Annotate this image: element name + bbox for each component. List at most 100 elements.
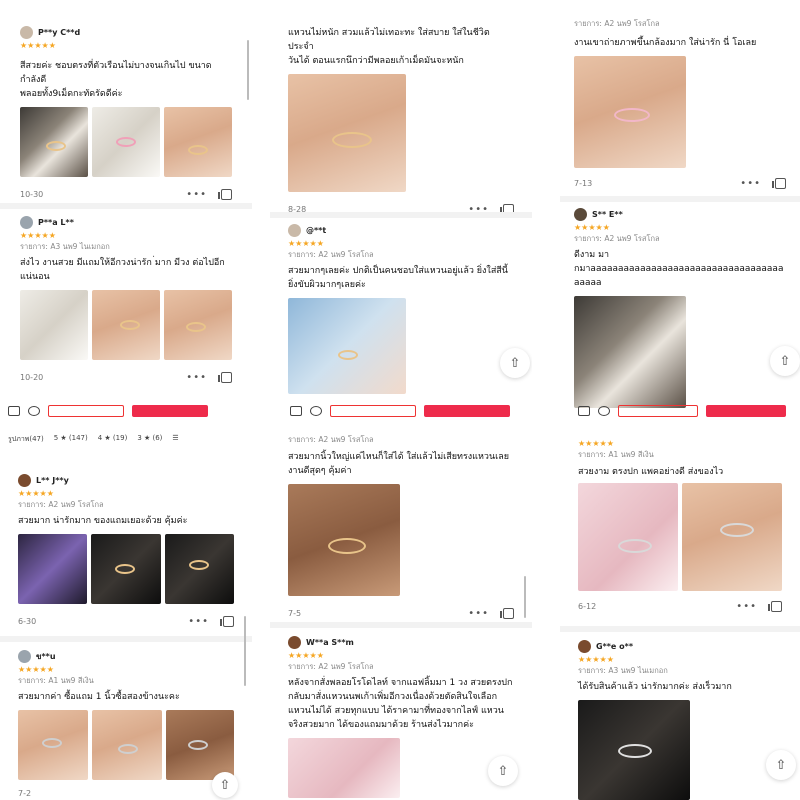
buy-now-button[interactable] (132, 405, 208, 417)
more-options-icon[interactable]: ••• (188, 616, 209, 627)
more-options-icon[interactable]: ••• (186, 189, 207, 200)
review-photo[interactable] (20, 107, 88, 177)
divider (560, 196, 800, 202)
more-options-icon[interactable]: ••• (186, 372, 207, 383)
avatar[interactable] (20, 25, 33, 39)
more-options-icon[interactable]: ••• (468, 608, 489, 619)
avatar[interactable] (18, 473, 31, 487)
avatar[interactable] (574, 207, 587, 221)
review-photo[interactable] (165, 534, 234, 604)
scroll-to-top-button[interactable]: ⇧ (488, 756, 518, 786)
chat-icon[interactable] (28, 406, 40, 416)
review-photo[interactable] (578, 700, 690, 800)
review-photo[interactable] (682, 483, 782, 591)
buy-now-button[interactable] (424, 405, 510, 417)
review-text: หลังจากสั่งพลอยโรโดไลท์ จากแอฟลิ้มมา 1 ว… (288, 678, 513, 730)
review-panel-4: รูปภาพ(47) 5 ★ (147) 4 ★ (19) 3 ★ (6) ☰ … (0, 426, 252, 800)
review-text: แหวนไม่หนัก สวมแล้วไม่เทอะทะ ใส่สบาย ใส่… (288, 28, 490, 66)
filter-chip-4-star[interactable]: 4 ★ (19) (98, 434, 128, 448)
sort-icon[interactable]: ☰ (172, 434, 178, 448)
scroll-to-top-button[interactable]: ⇧ (766, 750, 796, 780)
review-photo[interactable] (91, 710, 162, 780)
scroll-to-top-button[interactable]: ⇧ (500, 348, 530, 378)
review-photo[interactable] (288, 74, 406, 192)
buy-now-button[interactable] (706, 405, 786, 417)
divider (0, 203, 252, 209)
reviewer-name: L** J**y (36, 475, 69, 485)
review-date: 10-20 (20, 372, 44, 382)
store-icon[interactable] (578, 406, 590, 416)
scrollbar[interactable] (244, 616, 246, 686)
review-date: 6-30 (18, 616, 37, 626)
variant-label: รายการ: A2 นพ9 โรสโกล (288, 662, 374, 671)
star-rating: ★★★★★ (578, 439, 614, 448)
reviewer-name: P**a L** (38, 217, 74, 227)
review-photo[interactable] (578, 483, 678, 591)
review-photo[interactable] (574, 296, 686, 408)
like-icon[interactable] (218, 371, 232, 383)
review-date: 6-12 (578, 601, 597, 611)
review-photo[interactable] (18, 534, 87, 604)
filter-chip-5-star[interactable]: 5 ★ (147) (54, 434, 88, 448)
review-screenshot-grid: P**y C**d ★★★★★ สีสวยค่ะ ชอบตรงที่ตัวเรื… (0, 0, 800, 800)
add-to-cart-button[interactable] (330, 405, 416, 417)
filter-chip-photos[interactable]: รูปภาพ(47) (8, 434, 44, 448)
review-panel-2: แหวนไม่หนัก สวมแล้วไม่เทอะทะ ใส่สบาย ใส่… (270, 0, 532, 418)
review-text: สวยมากค่า ซื้อแถม 1 นิ้วซื้อสองข้างนะคะ (18, 692, 180, 702)
review-photo[interactable] (288, 484, 400, 596)
divider (270, 622, 532, 628)
like-icon[interactable] (220, 615, 234, 627)
scroll-to-top-button[interactable]: ⇧ (212, 772, 238, 798)
star-rating: ★★★★★ (574, 223, 610, 232)
review-photo[interactable] (288, 298, 406, 394)
avatar[interactable] (20, 215, 33, 229)
scrollbar[interactable] (524, 576, 526, 618)
review-photo[interactable] (164, 107, 232, 177)
review-photo[interactable] (92, 107, 160, 177)
review-text: สวยมาก น่ารักมาก ของแถมเยอะด้วย คุ้มค่ะ (18, 516, 188, 526)
add-to-cart-button[interactable] (48, 405, 124, 417)
more-options-icon[interactable]: ••• (736, 601, 757, 612)
review-date: 7-2 (18, 788, 32, 798)
avatar[interactable] (18, 649, 31, 663)
bottom-action-bar (560, 404, 800, 418)
variant-label: รายการ: A3 นพ9 ไนเมกอก (20, 242, 110, 251)
reviewer-name: ข**u (36, 651, 56, 661)
variant-label: รายการ: A2 นพ9 โรสโกล (574, 19, 660, 28)
avatar[interactable] (288, 635, 301, 649)
scrollbar[interactable] (247, 40, 249, 100)
filter-chip-3-star[interactable]: 3 ★ (6) (137, 434, 162, 448)
review-photo[interactable] (164, 290, 232, 360)
scroll-to-top-button[interactable]: ⇧ (770, 346, 800, 376)
review-photo[interactable] (20, 290, 88, 360)
store-icon[interactable] (290, 406, 302, 416)
review-photo[interactable] (90, 534, 162, 604)
review-photo[interactable] (18, 710, 88, 780)
review-text: สีสวยค่ะ ชอบตรงที่ตัวเรือนไม่บางจนเกินไป… (20, 61, 212, 99)
chat-icon[interactable] (310, 406, 322, 416)
review-photo[interactable] (92, 290, 160, 360)
variant-label: รายการ: A2 นพ9 โรสโกล (574, 234, 660, 243)
review-item: G**e o** ★★★★★ รายการ: A3 นพ9 ไนเมกอก ได… (560, 638, 800, 800)
store-icon[interactable] (8, 406, 20, 416)
review-photo[interactable] (574, 56, 686, 168)
add-to-cart-button[interactable] (618, 405, 698, 417)
like-icon[interactable] (768, 600, 782, 612)
review-photo[interactable] (288, 738, 400, 798)
review-text: ดีงาม มา กมาaaaaaaaaaaaaaaaaaaaaaaaaaaaa… (574, 250, 784, 288)
like-icon[interactable] (772, 177, 786, 189)
review-photo[interactable] (165, 710, 234, 780)
like-icon[interactable] (218, 188, 232, 200)
star-rating: ★★★★★ (18, 665, 54, 674)
review-text: ส่งไว งานสวย มีแถมให้อีกวงน่ารัก ่มาก มี… (20, 258, 225, 282)
review-item: รายการ: A2 นพ9 โรสโกล สวยมากนิ้วใหญ่แค่ไ… (270, 434, 532, 622)
review-item: @**t ★★★★★ รายการ: A2 นพ9 โรสโกล สวยมากๆ… (270, 222, 532, 394)
chat-icon[interactable] (598, 406, 610, 416)
reviewer-name: P**y C**d (38, 27, 81, 37)
star-rating: ★★★★★ (20, 231, 56, 240)
more-options-icon[interactable]: ••• (740, 178, 761, 189)
avatar[interactable] (578, 639, 591, 653)
avatar[interactable] (288, 223, 301, 237)
like-icon[interactable] (500, 607, 514, 619)
reviewer-name: W**a S**m (306, 637, 354, 647)
